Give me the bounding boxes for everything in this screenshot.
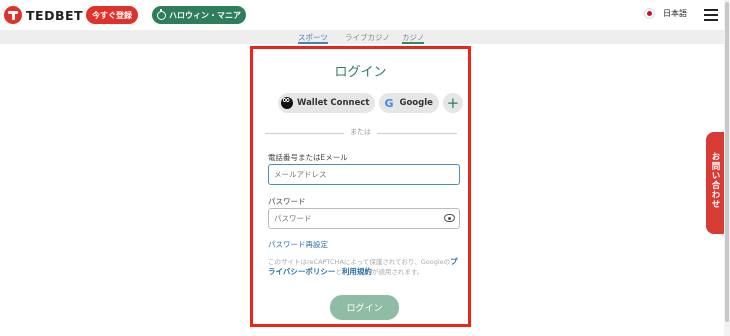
google-label: Google xyxy=(399,98,433,108)
tab-sports[interactable]: スポーツ xyxy=(298,32,328,44)
more-login-options-button[interactable]: + xyxy=(442,93,463,113)
logo-icon xyxy=(4,6,22,24)
google-login-button[interactable]: G Google xyxy=(379,93,439,113)
language-label: 日本語 xyxy=(663,9,687,18)
language-selector[interactable]: 日本語 xyxy=(644,8,687,19)
terms-link[interactable]: 利用規約 xyxy=(342,267,372,276)
contact-label: お問い合わせ xyxy=(710,152,720,209)
show-password-eye-icon[interactable] xyxy=(444,214,455,222)
hamburger-menu-icon[interactable] xyxy=(704,9,718,21)
halloween-promo-button[interactable]: ハロウィン・マニア xyxy=(152,6,246,24)
wallet-connect-label: Wallet Connect xyxy=(297,98,370,108)
page: TEDBET 今すぐ登録 ハロウィン・マニア 日本語 スポーツ ライブカジノ カ… xyxy=(0,0,730,336)
page-scrollbar[interactable] xyxy=(724,0,730,336)
divider-label: または xyxy=(253,127,468,137)
wallet-connect-icon xyxy=(281,95,293,109)
social-login-row: Wallet Connect G Google + xyxy=(278,93,463,113)
wallet-connect-button[interactable]: Wallet Connect xyxy=(278,93,376,113)
login-title: ログイン xyxy=(334,65,387,80)
tedbet-logo[interactable]: TEDBET xyxy=(4,5,83,25)
password-field[interactable] xyxy=(268,208,460,229)
forgot-password-link[interactable]: パスワード再設定 xyxy=(268,239,328,250)
register-button[interactable]: 今すぐ登録 xyxy=(86,6,138,24)
logo-text: TEDBET xyxy=(26,7,84,23)
login-submit-button[interactable]: ログイン xyxy=(330,295,399,320)
google-icon: G xyxy=(384,96,394,110)
password-label: パスワード xyxy=(268,197,306,206)
login-panel: ログイン Wallet Connect G Google + または 電話番号ま… xyxy=(250,46,471,327)
pumpkin-icon xyxy=(157,8,166,20)
tab-live-casino[interactable]: ライブカジノ xyxy=(345,32,390,44)
recaptcha-notice: このサイトはreCAPTCHAによって保護されており、Googleのプライバシー… xyxy=(268,257,458,276)
promo-label: ハロウィン・マニア xyxy=(169,10,241,20)
contact-tab[interactable]: お問い合わせ xyxy=(706,132,724,234)
top-header: TEDBET 今すぐ登録 ハロウィン・マニア 日本語 xyxy=(0,0,730,30)
scrollbar-thumb[interactable] xyxy=(725,2,729,322)
email-field[interactable] xyxy=(268,164,460,185)
japan-flag-icon xyxy=(644,8,655,19)
tab-casino[interactable]: カジノ xyxy=(402,32,425,44)
category-subnav: スポーツ ライブカジノ カジノ xyxy=(0,30,724,44)
phone-email-label: 電話番号またはEメール xyxy=(268,153,348,162)
